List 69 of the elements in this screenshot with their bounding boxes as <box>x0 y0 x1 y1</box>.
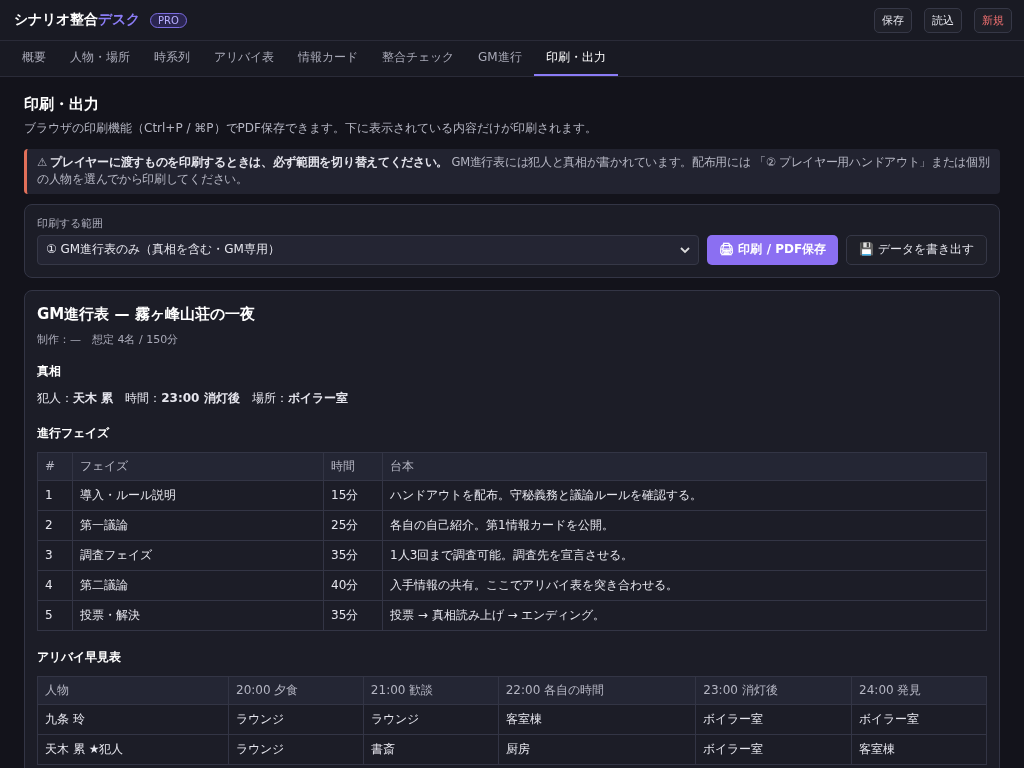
column-header: 21:00 歓談 <box>363 676 499 704</box>
table-cell: ハンドアウトを配布。守秘義務と議論ルールを確認する。 <box>382 480 987 510</box>
table-cell: 2 <box>37 510 73 540</box>
table-cell: 4 <box>37 570 73 600</box>
table-cell: 天木 累 ★犯人 <box>37 734 229 764</box>
table-cell: 1人3回まで調査可能。調査先を宣言させる。 <box>382 540 987 570</box>
table-cell: ラウンジ <box>363 704 499 734</box>
table-cell: 40分 <box>323 570 383 600</box>
table-cell: 35分 <box>323 540 383 570</box>
section-heading: アリバイ早見表 <box>37 648 122 666</box>
export-button[interactable]: 💾 データを書き出す <box>846 234 987 265</box>
table-cell: 各自の自己紹介。第1情報カードを公開。 <box>382 510 987 540</box>
table-cell: 15分 <box>323 480 383 510</box>
table-cell: ボイラー室 <box>851 704 987 734</box>
header-button[interactable]: 読込 <box>924 7 962 33</box>
app-title: シナリオ整合デスク <box>14 11 140 29</box>
column-header: 24:00 発見 <box>851 676 987 704</box>
nav-tab[interactable]: GM進行 <box>466 41 534 76</box>
page-description: ブラウザの印刷機能（Ctrl+P / ⌘P）でPDF保存できます。下に表示されている内容だけが印刷されます。 <box>24 120 598 137</box>
column-header: フェイズ <box>72 452 324 480</box>
column-header: 人物 <box>37 676 229 704</box>
column-header: 時間 <box>323 452 383 480</box>
range-label: 印刷する範囲 <box>37 216 104 231</box>
table-cell: 35分 <box>323 600 383 630</box>
table-cell: 5 <box>37 600 73 630</box>
table-cell: 客室棟 <box>498 704 696 734</box>
table-cell: 調査フェイズ <box>72 540 324 570</box>
header-button[interactable]: 新規 <box>974 7 1012 33</box>
column-header: 台本 <box>382 452 987 480</box>
column-header: 23:00 消灯後 <box>695 676 852 704</box>
section-heading: 進行フェイズ <box>37 424 111 442</box>
table-cell: 客室棟 <box>851 734 987 764</box>
table-cell: 九条 玲 <box>37 704 229 734</box>
table-cell: ラウンジ <box>228 734 364 764</box>
section-heading: 真相 <box>37 362 62 380</box>
table-cell: 第一議論 <box>72 510 324 540</box>
warning-banner: ⚠ プレイヤーに渡すものを印刷するときは、必ず範囲を切り替えてください。 GM進行表には犯人と真相が書かれています。配布用には 「② プレイヤー用ハンドアウト」または個別の人物を選んでから印刷してください。 <box>24 149 1000 194</box>
page-title: 印刷・出力 <box>24 95 100 114</box>
table-cell: ボイラー室 <box>695 704 852 734</box>
table-cell: 書斎 <box>363 734 499 764</box>
table-cell: ボイラー室 <box>695 734 852 764</box>
nav-tab[interactable]: 人物・場所 <box>58 41 142 76</box>
table-cell: 1 <box>37 480 73 510</box>
nav-tab[interactable]: 時系列 <box>142 41 202 76</box>
chevron-down-icon <box>680 244 691 255</box>
table-cell: 厨房 <box>498 734 696 764</box>
nav-tab[interactable]: アリバイ表 <box>202 41 286 76</box>
table-cell: 投票 → 真相読み上げ → エンディング。 <box>382 600 987 630</box>
truth-summary: 犯人：天木 累 時間：23:00 消灯後 場所：ボイラー室 <box>37 389 349 407</box>
table-cell: 入手情報の共有。ここでアリバイ表を突き合わせる。 <box>382 570 987 600</box>
column-header: 20:00 夕食 <box>228 676 364 704</box>
print-button[interactable]: 🖨 印刷 / PDF保存 <box>707 234 839 265</box>
table-cell: 25分 <box>323 510 383 540</box>
preview-meta: 制作：— 想定 4名 / 150分 <box>37 331 180 347</box>
table-cell: ラウンジ <box>228 704 364 734</box>
table-cell: 導入・ルール説明 <box>72 480 324 510</box>
nav-tab[interactable]: 整合チェック <box>370 41 466 76</box>
nav-tab[interactable]: 印刷・出力 <box>533 41 618 76</box>
preview-title: GM進行表 — 霧ヶ峰山荘の一夜 <box>37 304 256 324</box>
column-header: # <box>37 452 73 480</box>
nav-tab[interactable]: 情報カード <box>286 41 370 76</box>
table-cell: 3 <box>37 540 73 570</box>
header-button[interactable]: 保存 <box>874 7 912 33</box>
pro-badge: PRO <box>150 12 187 28</box>
table-cell: 投票・解決 <box>72 600 324 630</box>
nav-tab[interactable]: 概要 <box>10 41 58 76</box>
column-header: 22:00 各自の時間 <box>498 676 696 704</box>
table-cell: 第二議論 <box>72 570 324 600</box>
range-select[interactable]: ① GM進行表のみ（真相を含む・GM専用） <box>37 234 700 265</box>
